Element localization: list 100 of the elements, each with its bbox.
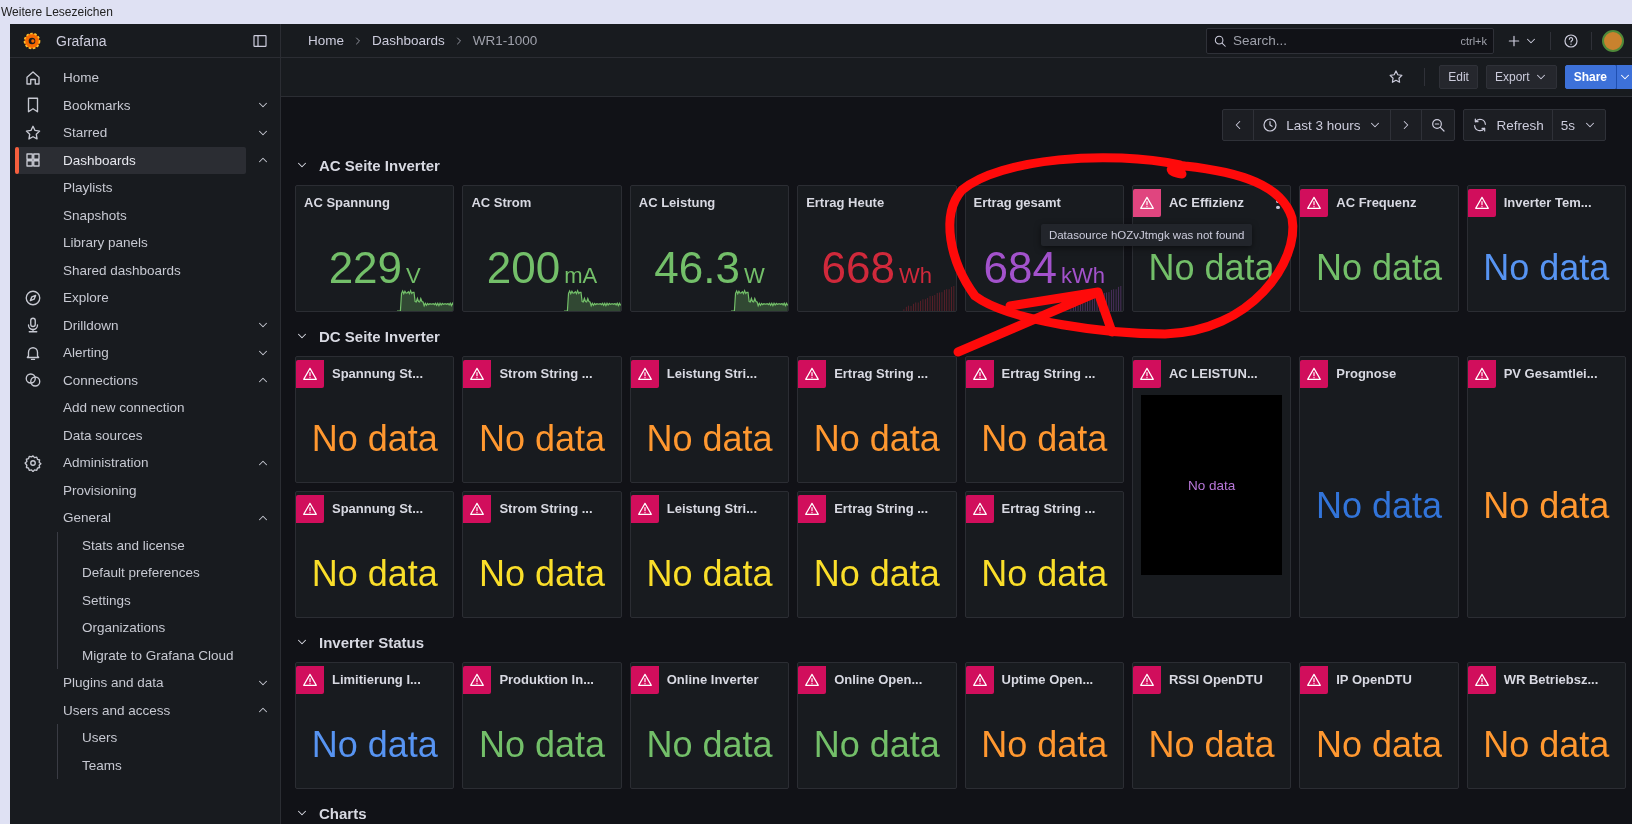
error-indicator[interactable] [463, 360, 492, 388]
panel-title: Ertrag String ... [834, 500, 929, 516]
warning-icon [1138, 672, 1155, 688]
section-header[interactable]: DC Seite Inverter [295, 327, 440, 345]
nav-item[interactable]: Shared dashboards [16, 256, 246, 284]
stat-value: 229 [328, 242, 403, 293]
error-indicator[interactable] [630, 666, 659, 694]
panel-title: AC Spannung [303, 194, 390, 210]
nav-item[interactable]: Stats and license [64, 531, 246, 559]
nav-item[interactable]: General [16, 504, 246, 532]
nav-item[interactable]: Library panels [16, 229, 246, 257]
nav-item[interactable]: Playlists [16, 174, 246, 202]
nav-item[interactable]: Connections [16, 366, 246, 394]
error-indicator[interactable] [1132, 189, 1161, 217]
warning-icon [1306, 366, 1323, 382]
error-indicator[interactable] [1132, 666, 1161, 694]
warning-icon [804, 672, 821, 688]
section-header[interactable]: AC Seite Inverter [295, 156, 440, 174]
nav-item[interactable]: Organizations [64, 614, 246, 642]
error-indicator[interactable] [798, 666, 827, 694]
error-indicator[interactable] [1300, 360, 1329, 388]
nav-item[interactable]: Drilldown [16, 311, 246, 339]
warning-icon [469, 366, 486, 382]
nav-item[interactable]: Settings [64, 586, 246, 614]
error-indicator[interactable] [463, 495, 492, 523]
logo-icon [22, 30, 42, 51]
panel-title: Ertrag gesamt [972, 194, 1061, 210]
error-indicator[interactable] [1300, 666, 1329, 694]
avatar[interactable] [1602, 29, 1624, 52]
error-indicator[interactable] [1300, 189, 1329, 217]
panel-title: Ertrag String ... [1001, 365, 1096, 381]
warning-icon [302, 672, 318, 688]
panel-title: Uptime Open... [1001, 671, 1094, 687]
nav-item[interactable]: Alerting [16, 339, 246, 367]
stat-value: No data [981, 723, 1108, 766]
error-indicator[interactable] [463, 666, 492, 694]
panel-title: Prognose [1336, 365, 1397, 381]
panel-title: PV Gesamtlei... [1503, 365, 1598, 381]
breadcrumb-link[interactable]: WR1-1000 [472, 33, 538, 48]
toolbar-button[interactable]: Share [1564, 65, 1616, 89]
nav-item[interactable]: Default preferences [64, 559, 246, 587]
warning-icon [469, 501, 486, 517]
nav-item[interactable]: Migrate to Grafana Cloud [64, 641, 246, 669]
gear-icon [24, 453, 42, 472]
stat-value: No data [479, 552, 606, 595]
stat-value: No data [1483, 723, 1610, 766]
toolbar-button[interactable]: Edit [1439, 65, 1478, 89]
panel-title: Limitierung I... [332, 671, 421, 687]
error-indicator[interactable] [1467, 360, 1496, 388]
error-indicator[interactable] [1467, 189, 1496, 217]
stat-value: No data [1315, 246, 1442, 289]
toolbar-button[interactable]: Export [1485, 65, 1557, 89]
warning-icon [636, 501, 653, 517]
warning-icon [804, 366, 821, 382]
nav-item[interactable]: Data sources [16, 421, 246, 449]
dropdown-button[interactable] [1616, 65, 1632, 89]
nav-item[interactable]: Explore [16, 284, 246, 312]
error-indicator[interactable] [798, 360, 827, 388]
error-indicator[interactable] [1132, 360, 1161, 388]
nav-item[interactable]: Snapshots [16, 201, 246, 229]
breadcrumb-link[interactable]: Home [308, 33, 344, 48]
app-name: Grafana [56, 32, 108, 49]
error-indicator[interactable] [630, 360, 659, 388]
stat-value: No data [1315, 723, 1442, 766]
nav-item[interactable]: Teams [64, 751, 246, 779]
nav-item[interactable]: Add new connection [16, 394, 246, 422]
panel-title: AC LEISTUN... [1168, 365, 1258, 381]
section-header[interactable]: Charts [295, 804, 367, 822]
error-indicator[interactable] [965, 666, 994, 694]
nav-item[interactable]: Administration [16, 449, 246, 477]
refresh-button[interactable]: Refresh [1464, 110, 1552, 140]
panel-title: Online Open... [834, 671, 923, 687]
error-indicator[interactable] [965, 495, 994, 523]
section-header[interactable]: Inverter Status [295, 633, 425, 651]
warning-icon [1473, 195, 1490, 211]
tooltip: Datasource hOZvJtmgk was not found [1040, 224, 1253, 246]
nav-item[interactable]: Users [64, 724, 246, 752]
stat-value: No data [311, 552, 438, 595]
panel-title: Online Inverter [666, 671, 759, 687]
nav-item[interactable]: Plugins and data [16, 669, 246, 697]
nav-item[interactable]: Home [16, 64, 246, 92]
error-indicator[interactable] [798, 495, 827, 523]
error-indicator[interactable] [965, 360, 994, 388]
bookmark-folder[interactable]: Weitere Lesezeichen [1, 5, 113, 19]
stat-unit: kWh [1060, 262, 1105, 289]
stat-unit: V [406, 262, 421, 289]
stat-value: 200 [486, 242, 561, 293]
nav-item[interactable]: Bookmarks [16, 91, 246, 119]
error-indicator[interactable] [1467, 666, 1496, 694]
panel-title: RSSI OpenDTU [1168, 671, 1263, 687]
warning-icon [302, 501, 318, 517]
nav-item[interactable]: Starred [16, 119, 246, 147]
stat-value: No data [1148, 246, 1275, 289]
error-indicator[interactable] [630, 495, 659, 523]
nav-item[interactable]: Provisioning [16, 476, 246, 504]
nav-item[interactable]: Users and access [16, 696, 246, 724]
panel-title: AC Effizienz [1168, 194, 1244, 210]
panel-title: Strom String ... [499, 500, 593, 516]
breadcrumb-link[interactable]: Dashboards [372, 33, 445, 48]
refresh-interval-picker[interactable]: 5s [1551, 110, 1605, 140]
